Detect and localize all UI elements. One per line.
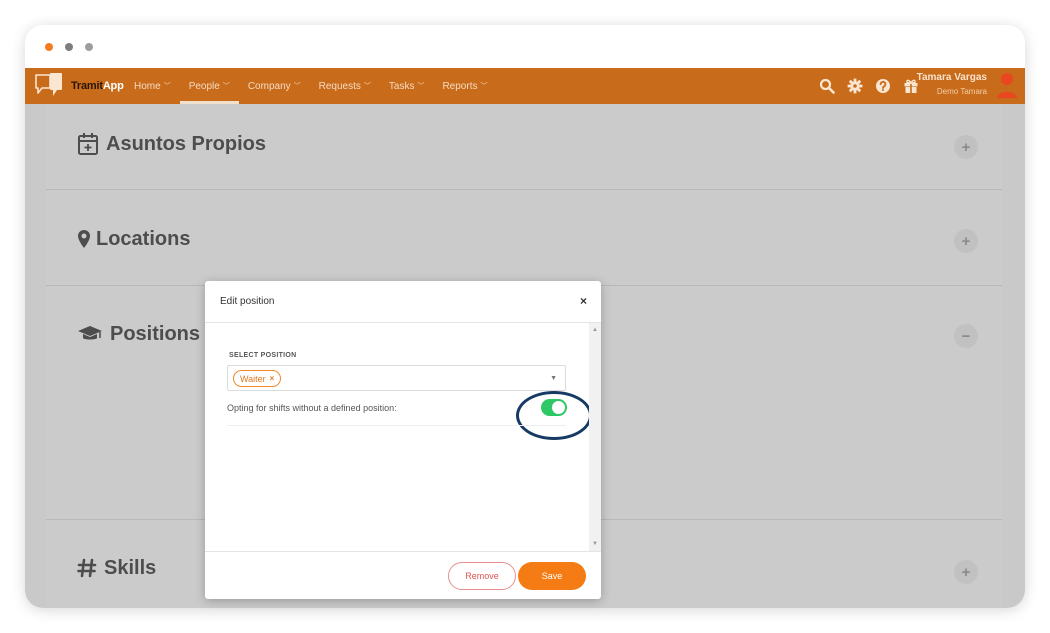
close-icon[interactable]: × [580, 294, 587, 308]
logo-text-app: App [102, 80, 124, 92]
chevron-down-icon: ﹀ [293, 83, 301, 90]
chevron-down-icon: ﹀ [363, 83, 371, 90]
section-title-skills[interactable]: Skills [76, 556, 156, 580]
graduation-cap-icon [76, 322, 104, 346]
logo-wordmark: TramitApp [71, 80, 124, 92]
user-company: Demo Tamara [936, 87, 987, 96]
user-menu[interactable]: Tamara Vargas Demo Tamara [917, 72, 987, 96]
window-chrome [25, 25, 1025, 68]
hashtag-icon [76, 556, 98, 580]
modal-footer: Remove Save [205, 551, 601, 599]
top-navbar: TramitApp Home ﹀ People ﹀ Company ﹀ Request… [25, 68, 1025, 104]
nav-company[interactable]: Company ﹀ [239, 68, 310, 104]
window-dot-gray [65, 43, 73, 51]
section-locations: Locations + [46, 190, 1002, 286]
nav-requests[interactable]: Requests ﹀ [310, 68, 380, 104]
chevron-down-icon[interactable]: ▼ [550, 375, 557, 382]
nav-people-label: People [188, 80, 220, 92]
chevron-down-icon: ﹀ [417, 83, 425, 90]
tag-label: Waiter [240, 373, 266, 384]
modal-title: Edit position [220, 296, 275, 307]
section-asuntos-propios: Asuntos Propios + [46, 104, 1002, 190]
section-title-positions[interactable]: Positions [76, 322, 200, 346]
nav-people[interactable]: People ﹀ [179, 68, 239, 104]
nav-reports[interactable]: Reports ﹀ [433, 68, 496, 104]
nav-tasks-label: Tasks [388, 80, 415, 92]
section-title-text: Positions [110, 322, 201, 345]
section-title-text: Asuntos Propios [106, 132, 267, 155]
nav-requests-label: Requests [318, 80, 361, 92]
calendar-plus-icon [76, 132, 100, 156]
remove-button[interactable]: Remove [448, 562, 516, 590]
section-title-text: Locations [96, 227, 191, 250]
expand-button-locations[interactable]: + [954, 229, 978, 253]
nav-company-label: Company [247, 80, 291, 92]
modal-scrollbar[interactable]: ▲ ▼ [589, 323, 601, 551]
nav-tasks[interactable]: Tasks ﹀ [380, 68, 434, 104]
gear-icon[interactable] [841, 68, 869, 104]
position-select[interactable]: Waiter × ▼ [227, 365, 566, 391]
main-nav: Home ﹀ People ﹀ Company ﹀ Requests ﹀ Tasks ﹀ … [125, 68, 496, 104]
option-divider [227, 425, 566, 426]
header-actions [813, 68, 925, 104]
section-title-asuntos-propios[interactable]: Asuntos Propios [76, 132, 266, 156]
collapse-button-positions[interactable]: − [954, 324, 978, 348]
modal-header: Edit position × [205, 281, 601, 323]
search-icon[interactable] [813, 68, 841, 104]
nav-home-label: Home [134, 80, 161, 92]
nav-home[interactable]: Home ﹀ [125, 68, 180, 104]
section-title-text: Skills [104, 556, 157, 579]
scroll-down-icon[interactable]: ▼ [589, 541, 601, 547]
speech-bubble-logo-icon [35, 73, 62, 96]
shift-option-label: Opting for shifts without a defined posi… [227, 403, 397, 413]
chevron-down-icon: ﹀ [222, 83, 230, 90]
chevron-down-icon: ﹀ [163, 83, 171, 90]
modal-body: SELECT POSITION Waiter × ▼ Opting for sh… [205, 323, 601, 551]
map-marker-icon [76, 227, 92, 251]
logo-text-tramit: Tramit [71, 80, 103, 92]
expand-button-skills[interactable]: + [954, 560, 978, 584]
section-title-locations[interactable]: Locations [76, 227, 190, 251]
expand-button-asuntos-propios[interactable]: + [954, 135, 978, 159]
chevron-down-icon: ﹀ [480, 83, 488, 90]
toggle-highlight-circle [516, 391, 592, 440]
scroll-up-icon[interactable]: ▲ [589, 327, 601, 333]
tag-remove-icon[interactable]: × [270, 374, 275, 383]
nav-reports-label: Reports [442, 80, 478, 92]
window-dot-orange [45, 43, 53, 51]
selected-position-tag: Waiter × [233, 370, 282, 387]
edit-position-modal: Edit position × SELECT POSITION Waiter ×… [205, 281, 601, 599]
app-logo[interactable]: TramitApp [33, 71, 124, 99]
select-position-label: SELECT POSITION [229, 352, 297, 359]
help-icon[interactable] [869, 68, 897, 104]
window-dot-lightgray [85, 43, 93, 51]
user-name: Tamara Vargas [916, 72, 987, 83]
avatar[interactable] [995, 70, 1019, 102]
user-avatar-icon [997, 73, 1017, 98]
save-button[interactable]: Save [518, 562, 586, 590]
